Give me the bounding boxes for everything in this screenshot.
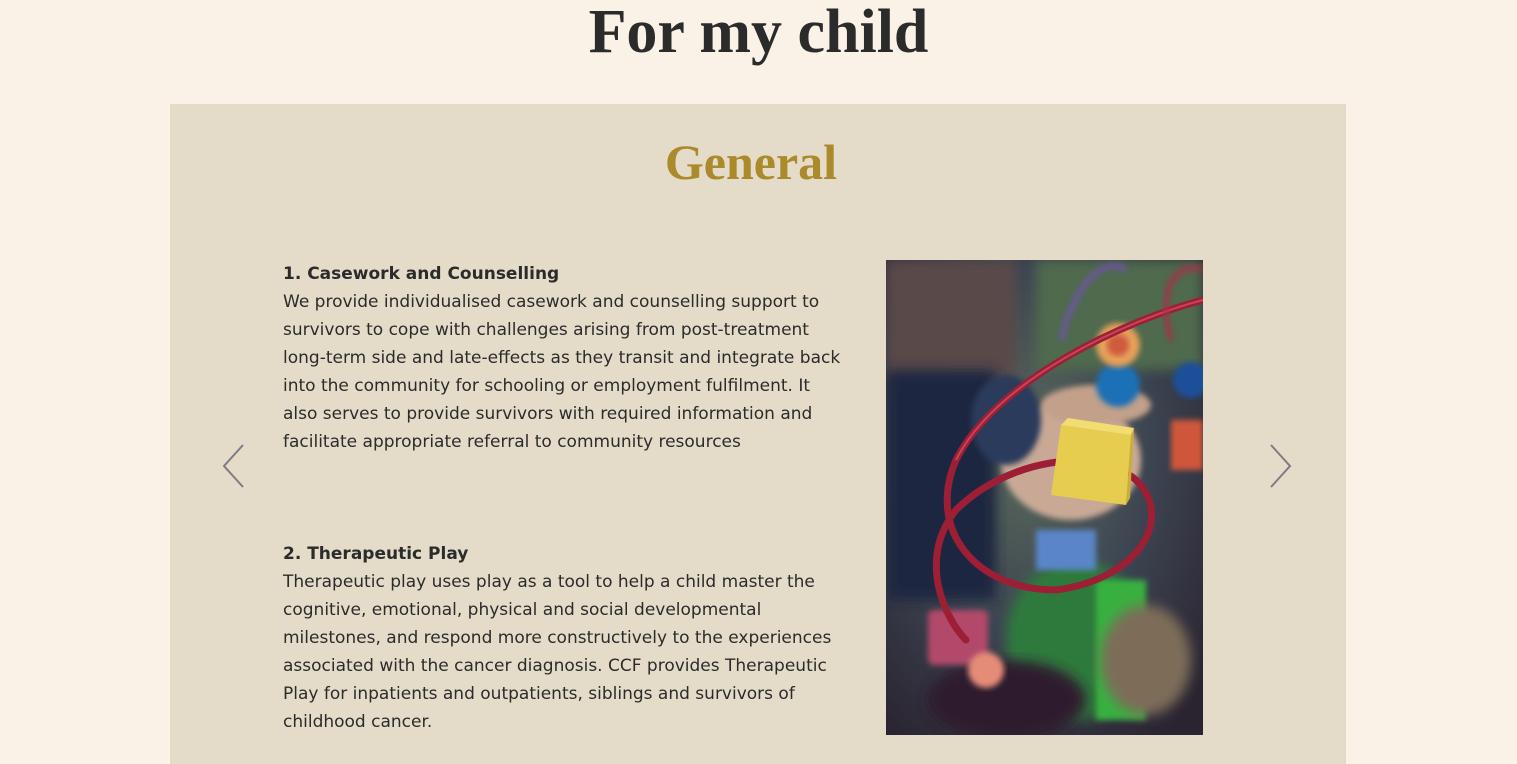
carousel-next-button[interactable] bbox=[1265, 441, 1295, 491]
service-item: 2. Therapeutic Play Therapeutic play use… bbox=[283, 540, 843, 736]
services-panel: General 1. Casework and Counselling We p… bbox=[170, 104, 1346, 764]
service-description: We provide individualised casework and c… bbox=[283, 292, 841, 452]
chevron-left-icon bbox=[222, 444, 244, 488]
bead-maze-toy-photo bbox=[886, 260, 1203, 735]
section-title: General bbox=[664, 134, 838, 190]
service-heading: 2. Therapeutic Play bbox=[283, 544, 469, 564]
carousel-prev-button[interactable] bbox=[219, 441, 249, 491]
service-description: Therapeutic play uses play as a tool to … bbox=[283, 572, 832, 732]
service-item: 1. Casework and Counselling We provide i… bbox=[283, 260, 843, 456]
service-heading: 1. Casework and Counselling bbox=[283, 264, 560, 284]
chevron-right-icon bbox=[1270, 444, 1292, 488]
page-title: For my child bbox=[588, 0, 929, 66]
